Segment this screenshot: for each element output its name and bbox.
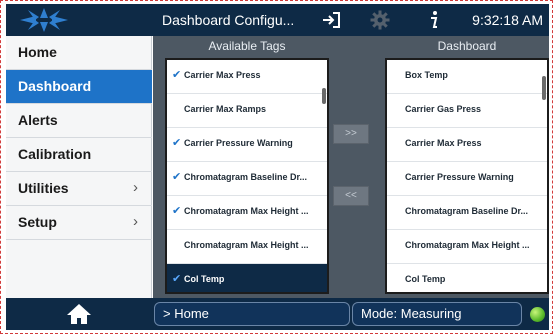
list-item[interactable]: Carrier Gas Press <box>387 94 547 128</box>
exit-icon[interactable] <box>318 8 344 32</box>
available-tags-list[interactable]: ✔ Carrier Max Press Carrier Max Ramps ✔ … <box>165 58 329 294</box>
available-tags-header: Available Tags <box>208 39 286 53</box>
remove-from-dashboard-button[interactable]: << <box>333 186 369 206</box>
sidebar-item-label: Dashboard <box>18 78 92 94</box>
sidebar: Home Dashboard Alerts Calibration Utilit… <box>6 36 152 298</box>
checkmark-icon: ✔ <box>172 205 182 217</box>
list-item[interactable]: Chromatagram Max Height ... <box>167 230 327 264</box>
list-item[interactable]: Box Temp <box>387 60 547 94</box>
scrollbar[interactable] <box>542 76 546 100</box>
sidebar-item-label: Setup <box>18 214 57 230</box>
checkmark-icon: ✔ <box>172 137 182 149</box>
gear-icon[interactable] <box>368 8 392 32</box>
status-led-icon <box>530 307 545 322</box>
list-item[interactable]: Carrier Pressure Warning <box>387 162 547 196</box>
list-item[interactable]: ✔ Carrier Pressure Warning <box>167 128 327 162</box>
chevron-right-icon: › <box>133 179 138 196</box>
list-item[interactable]: Carrier Max Ramps <box>167 94 327 128</box>
list-item[interactable]: ✔ Chromatagram Baseline Dr... <box>167 162 327 196</box>
sidebar-item-calibration[interactable]: Calibration <box>6 138 152 172</box>
tag-config-panel: Available Tags Dashboard ✔ Carrier Max P… <box>153 36 549 298</box>
info-icon[interactable] <box>424 8 444 32</box>
checkmark-icon: ✔ <box>172 69 182 81</box>
list-item[interactable]: ✔ Carrier Max Press <box>167 60 327 94</box>
breadcrumb[interactable]: > Home <box>154 302 350 326</box>
sidebar-item-home[interactable]: Home <box>6 36 152 70</box>
top-bar: Dashboard Configu... 9:32:18 AM <box>6 4 549 36</box>
sidebar-item-setup[interactable]: Setup › <box>6 206 152 240</box>
list-item[interactable]: Chromatagram Baseline Dr... <box>387 196 547 230</box>
checkmark-icon: ✔ <box>172 171 182 183</box>
bottom-bar: > Home Mode: Measuring <box>6 298 549 330</box>
sidebar-item-label: Alerts <box>18 112 58 128</box>
list-item[interactable]: ✔ Chromatagram Max Height ... <box>167 196 327 230</box>
sidebar-item-label: Utilities <box>18 180 69 196</box>
sidebar-item-dashboard[interactable]: Dashboard <box>6 70 152 104</box>
sidebar-item-label: Calibration <box>18 146 92 162</box>
scrollbar[interactable] <box>322 88 326 104</box>
home-button[interactable] <box>6 298 152 330</box>
list-item[interactable]: Col Temp <box>387 264 547 292</box>
add-to-dashboard-button[interactable]: >> <box>333 124 369 144</box>
page-title: Dashboard Configu... <box>162 12 295 28</box>
list-item[interactable]: Carrier Max Press <box>387 128 547 162</box>
chevron-right-icon: › <box>133 213 138 230</box>
sidebar-item-label: Home <box>18 44 57 60</box>
home-icon <box>67 304 91 324</box>
checkmark-icon: ✔ <box>172 273 182 285</box>
list-item-selected[interactable]: ✔ Col Temp <box>167 264 327 292</box>
sidebar-item-utilities[interactable]: Utilities › <box>6 172 152 206</box>
list-item[interactable]: Chromatagram Max Height ... <box>387 230 547 264</box>
clock: 9:32:18 AM <box>472 12 543 28</box>
mode-indicator: Mode: Measuring <box>352 302 522 326</box>
dashboard-tags-list[interactable]: Box Temp Carrier Gas Press Carrier Max P… <box>385 58 549 294</box>
dashboard-header: Dashboard <box>437 39 497 53</box>
brand-logo-icon <box>20 8 68 32</box>
sidebar-item-alerts[interactable]: Alerts <box>6 104 152 138</box>
